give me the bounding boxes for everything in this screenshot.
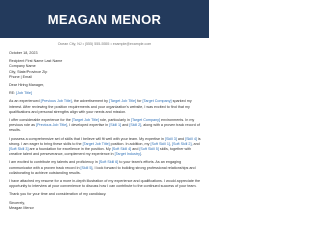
text-run: and bbox=[176, 136, 186, 141]
placeholder-soft-skill-1: [Soft Skill 1] bbox=[150, 141, 170, 146]
placeholder-skill-3: [Skill 3] bbox=[164, 136, 177, 141]
paragraph-experience: I offer considerable experience for the … bbox=[9, 118, 201, 134]
placeholder-target-industry: [Target Industry] bbox=[114, 152, 142, 157]
placeholder-soft-skill-6: [Soft Skill 6] bbox=[98, 160, 119, 165]
text-run: I am excited to contribute my talents an… bbox=[9, 160, 99, 165]
text-run: are a foundation for excellence in the p… bbox=[28, 147, 112, 152]
text-run: I offer considerable experience for the bbox=[9, 118, 72, 123]
applicant-name: MEAGAN MENOR bbox=[47, 11, 162, 27]
text-run: , the advertisement by bbox=[71, 99, 110, 104]
text-run: As an experienced bbox=[9, 99, 41, 104]
paragraph-skills: I possess a comprehensive set of skills … bbox=[9, 137, 201, 158]
placeholder-previous-job-title: [Previous Job Title] bbox=[36, 123, 68, 128]
placeholder-previous-job-title: [Previous Job Title] bbox=[40, 99, 72, 104]
paragraph-resume: I have attached my resume for a more in-… bbox=[9, 179, 201, 189]
placeholder-soft-skill-4: [Soft Skill 4] bbox=[111, 147, 132, 152]
contact-phone: (555) 555-5555 bbox=[84, 42, 110, 46]
placeholder-skill-5: [Skill 5] bbox=[80, 165, 93, 170]
placeholder-target-job-title: [Target Job Title] bbox=[82, 141, 110, 146]
text-run: position. In addition, my bbox=[109, 141, 151, 146]
paragraph-intro: As an experienced [Previous Job Title], … bbox=[9, 99, 201, 115]
placeholder-soft-skill-5: [Soft Skill 5] bbox=[139, 147, 159, 152]
placeholder-soft-skill-3: [Soft Skill 3] bbox=[9, 147, 29, 152]
text-run: role, particularly in bbox=[98, 118, 131, 123]
letter-body: October 18, 2023 Recipient First Name La… bbox=[9, 51, 201, 211]
contact-location: Ocean City, NJ bbox=[57, 42, 82, 46]
name-header: MEAGAN MENOR bbox=[0, 0, 209, 38]
placeholder-soft-skill-2: [Soft Skill 2] bbox=[172, 141, 192, 146]
text-run: , I developed expertise in bbox=[67, 123, 110, 128]
placeholder-skill-2: [Skill 2] bbox=[129, 123, 142, 128]
contact-line: Ocean City, NJ•(555) 555-5555•example@ex… bbox=[0, 42, 209, 46]
placeholder-target-job-title: [Target Job Title] bbox=[109, 99, 137, 104]
text-run: . bbox=[141, 152, 143, 157]
contact-email[interactable]: example@example.com bbox=[113, 42, 152, 46]
contact-separator: • bbox=[82, 42, 84, 46]
signature: Meagan Menor bbox=[9, 205, 34, 210]
placeholder-target-company: [Target Company] bbox=[130, 118, 161, 123]
re-job-title: [Job Title] bbox=[16, 91, 32, 96]
contact-separator: • bbox=[110, 42, 112, 46]
paragraph-contribution: I am excited to contribute my talents an… bbox=[9, 160, 201, 176]
cover-letter-page: MEAGAN MENOR Ocean City, NJ•(555) 555-55… bbox=[0, 0, 209, 241]
placeholder-skill-1: [Skill 1] bbox=[109, 123, 122, 128]
placeholder-target-company: [Target Company] bbox=[142, 99, 172, 104]
text-run: , and bbox=[191, 141, 200, 146]
text-run: I possess a comprehensive set of skills … bbox=[9, 136, 165, 141]
placeholder-skill-4: [Skill 4] bbox=[185, 136, 197, 141]
placeholder-target-job-title: [Target Job Title] bbox=[71, 118, 99, 123]
